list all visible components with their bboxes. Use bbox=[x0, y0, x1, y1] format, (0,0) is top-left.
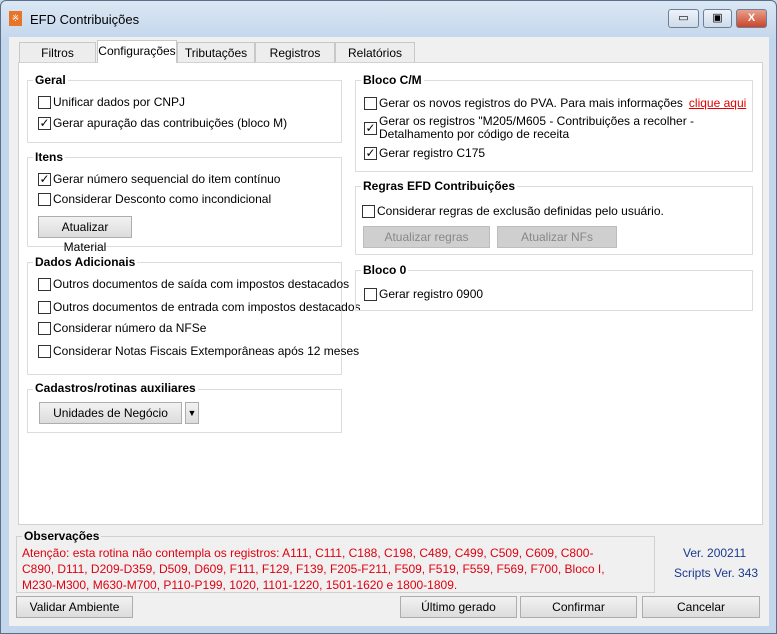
checkbox-novos-registros-pva[interactable]: Gerar os novos registros do PVA. Para ma… bbox=[364, 96, 746, 110]
group-title: Bloco 0 bbox=[361, 263, 409, 277]
checkbox-sequencial[interactable]: ✓ Gerar número sequencial do item contínu… bbox=[38, 172, 280, 186]
observacoes-text: Atenção: esta rotina não contempla os re… bbox=[22, 546, 605, 592]
group-title: Bloco C/M bbox=[361, 73, 424, 87]
checkbox-regras-exclusao[interactable]: Considerar regras de exclusão definidas … bbox=[362, 204, 664, 218]
tab-registros[interactable]: Registros bbox=[255, 42, 335, 63]
group-title: Itens bbox=[33, 150, 66, 164]
tab-configuracoes[interactable]: Configurações bbox=[97, 40, 177, 63]
close-button[interactable]: X bbox=[736, 9, 767, 28]
group-title: Regras EFD Contribuições bbox=[361, 179, 518, 193]
confirmar-button[interactable]: Confirmar bbox=[520, 596, 637, 618]
tab-filtros[interactable]: Filtros bbox=[19, 42, 96, 63]
check-icon: ✓ bbox=[364, 120, 377, 135]
checkbox-m205-m605[interactable]: ✓ Gerar os registros "M205/M605 - Contrib… bbox=[364, 115, 749, 141]
group-title: Cadastros/rotinas auxiliares bbox=[33, 381, 198, 395]
scripts-version-label: Scripts Ver. 343 bbox=[674, 566, 759, 580]
ultimo-gerado-button[interactable]: Último gerado bbox=[400, 596, 517, 618]
app-icon: ※ bbox=[9, 11, 22, 26]
checkbox-box bbox=[362, 204, 375, 218]
window-title: EFD Contribuições bbox=[30, 12, 140, 27]
checkbox-box bbox=[364, 287, 377, 301]
check-icon: ✓ bbox=[38, 171, 51, 186]
checkbox-docs-saida[interactable]: Outros documentos de saída com impostos … bbox=[38, 277, 349, 291]
checkbox-extemporaneas[interactable]: Considerar Notas Fiscais Extemporâneas a… bbox=[38, 344, 359, 358]
group-title: Dados Adicionais bbox=[33, 255, 138, 269]
group-geral bbox=[27, 80, 342, 143]
tab-relatorios[interactable]: Relatórios bbox=[335, 42, 415, 63]
minimize-button[interactable]: ▭ bbox=[668, 9, 699, 28]
checkbox-box bbox=[364, 96, 377, 110]
checkbox-docs-entrada[interactable]: Outros documentos de entrada com imposto… bbox=[38, 300, 361, 314]
checkbox-box bbox=[38, 192, 51, 206]
version-label: Ver. 200211 bbox=[683, 546, 747, 560]
checkbox-unificar-cnpj[interactable]: Unificar dados por CNPJ bbox=[38, 95, 185, 109]
checkbox-c175[interactable]: ✓ Gerar registro C175 bbox=[364, 146, 485, 160]
group-title: Observações bbox=[22, 529, 102, 543]
chevron-down-icon[interactable]: ▼ bbox=[185, 402, 199, 424]
checkbox-box bbox=[38, 277, 51, 291]
checkbox-registro-0900[interactable]: Gerar registro 0900 bbox=[364, 287, 483, 301]
unidades-negocio-button[interactable]: Unidades de Negócio bbox=[39, 402, 182, 424]
maximize-button[interactable]: ▣ bbox=[703, 9, 732, 28]
atualizar-nfs-button[interactable]: Atualizar NFs bbox=[497, 226, 617, 248]
validar-ambiente-button[interactable]: Validar Ambiente bbox=[16, 596, 133, 618]
check-icon: ✓ bbox=[38, 115, 51, 130]
checkbox-box bbox=[38, 95, 51, 109]
clique-aqui-link[interactable]: clique aqui bbox=[689, 96, 746, 110]
checkbox-desconto[interactable]: Considerar Desconto como incondicional bbox=[38, 192, 271, 206]
checkbox-nfse[interactable]: Considerar número da NFSe bbox=[38, 321, 206, 335]
cancelar-button[interactable]: Cancelar bbox=[642, 596, 760, 618]
checkbox-box bbox=[38, 321, 51, 335]
checkbox-gerar-apuracao[interactable]: ✓ Gerar apuração das contribuições (bloco… bbox=[38, 116, 287, 130]
checkbox-box bbox=[38, 300, 51, 314]
check-icon: ✓ bbox=[364, 145, 377, 160]
atualizar-material-button[interactable]: Atualizar Material bbox=[38, 216, 132, 254]
atualizar-regras-button[interactable]: Atualizar regras bbox=[363, 226, 490, 248]
checkbox-box bbox=[38, 344, 51, 358]
group-title: Geral bbox=[33, 73, 68, 87]
tab-tributacoes[interactable]: Tributações bbox=[177, 42, 255, 63]
